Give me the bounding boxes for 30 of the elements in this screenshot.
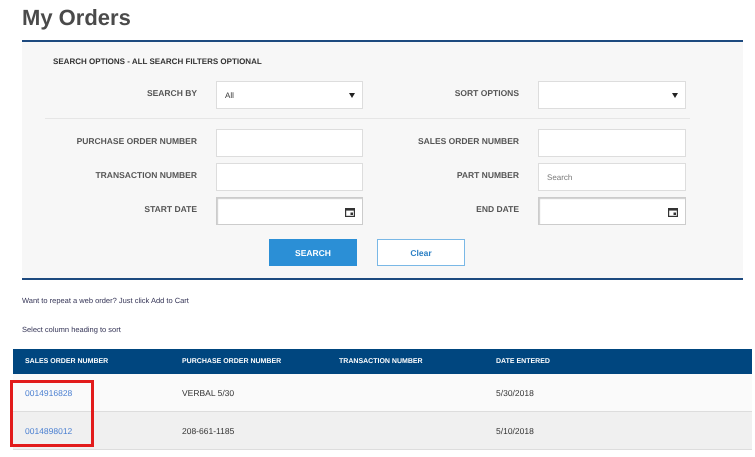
input-field[interactable]: Search xyxy=(538,163,686,191)
field-label: END DATE xyxy=(475,203,519,214)
table-cell: 208-661-1185 xyxy=(182,426,234,436)
input-field[interactable] xyxy=(538,129,686,157)
page-title: My Orders xyxy=(21,4,132,32)
calendar-icon xyxy=(345,207,355,217)
field-label: SORT OPTIONS xyxy=(454,87,519,98)
panel-heading: SEARCH OPTIONS - ALL SEARCH FILTERS OPTIONAL xyxy=(52,56,263,68)
caret-icon xyxy=(672,93,678,98)
field-label: TRANSACTION NUMBER xyxy=(94,169,197,180)
calendar-icon xyxy=(668,207,678,217)
field-label: SEARCH BY xyxy=(146,87,197,98)
dropdown[interactable] xyxy=(538,81,686,109)
input-field[interactable] xyxy=(216,129,363,157)
order-link[interactable]: 0014916828 xyxy=(25,388,72,398)
search-button[interactable]: SEARCH xyxy=(269,239,357,266)
dropdown[interactable]: All xyxy=(216,81,363,109)
date-field[interactable] xyxy=(538,197,686,225)
table-cell: VERBAL 5/30 xyxy=(182,388,234,398)
field-label: SALES ORDER NUMBER xyxy=(416,135,519,146)
field-label: PURCHASE ORDER NUMBER xyxy=(76,135,197,146)
date-field[interactable] xyxy=(216,197,363,225)
field-label: START DATE xyxy=(143,203,197,214)
caret-icon xyxy=(349,93,355,98)
field-label: PART NUMBER xyxy=(456,169,519,180)
order-link[interactable]: 0014898012 xyxy=(25,426,72,436)
input-field[interactable] xyxy=(216,163,363,191)
table-cell: 5/30/2018 xyxy=(496,388,534,398)
table-cell: 5/10/2018 xyxy=(496,426,534,436)
clear-button[interactable]: Clear xyxy=(377,239,465,266)
